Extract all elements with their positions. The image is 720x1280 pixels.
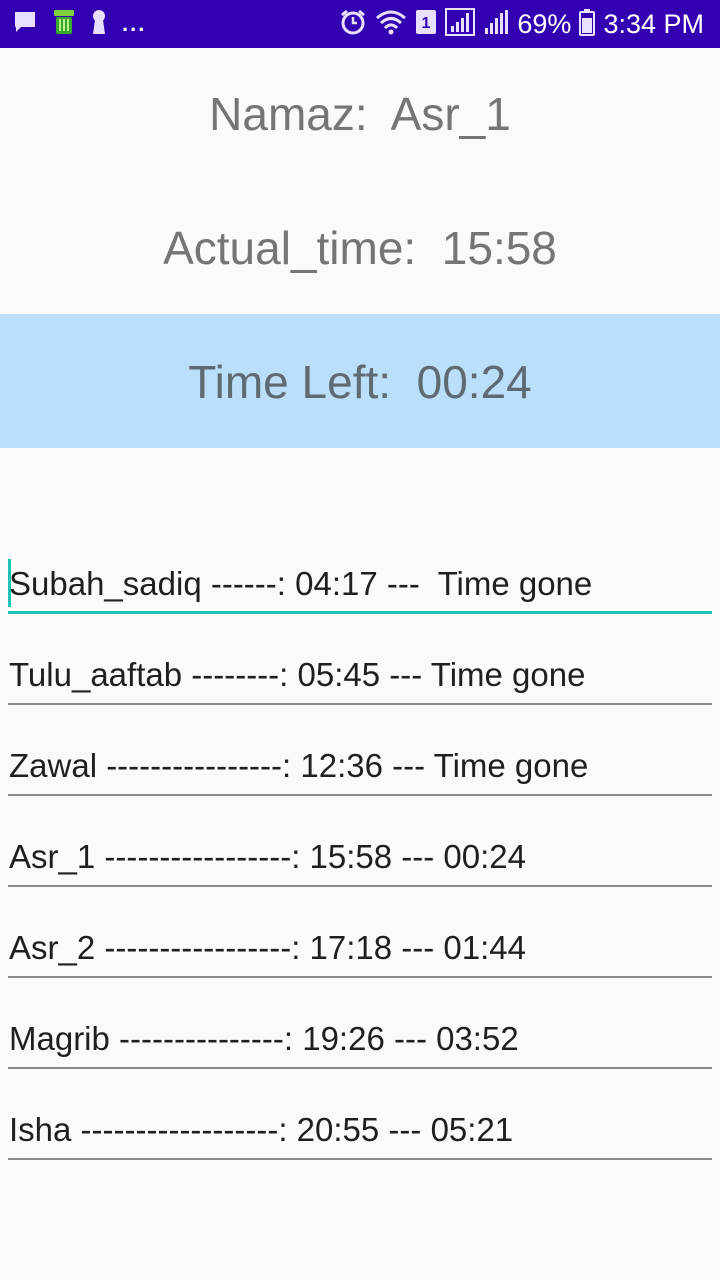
svg-text:1: 1 [422, 15, 431, 32]
prayer-row-text: Subah_sadiq ------: 04:17 --- Time gone [9, 565, 593, 602]
battery-percent: 69% [517, 9, 572, 39]
alarm-icon [339, 8, 367, 41]
status-bar-right: 1 69% 3:34 PM [339, 7, 704, 41]
signal-icon [483, 8, 509, 41]
current-namaz: Namaz: Asr_1 [0, 84, 720, 144]
actual-time-label: Actual_time: [163, 222, 417, 274]
prayer-row-zawal[interactable]: Zawal ----------------: 12:36 --- Time g… [8, 740, 712, 796]
prayer-row-text: Asr_2 -----------------: 17:18 --- 01:44 [9, 929, 526, 966]
status-bar: ... 1 69% 3:34 PM [0, 0, 720, 48]
prayer-row-tulu-aaftab[interactable]: Tulu_aaftab --------: 05:45 --- Time gon… [8, 649, 712, 705]
prayer-row-text: Tulu_aaftab --------: 05:45 --- Time gon… [9, 656, 586, 693]
sim-1-icon: 1 [415, 9, 437, 40]
time-left-label: Time Left: [188, 356, 392, 408]
keyhole-icon [90, 8, 108, 41]
prayer-row-text: Zawal ----------------: 12:36 --- Time g… [9, 747, 589, 784]
wifi-icon [375, 8, 407, 41]
prayer-row-asr-2[interactable]: Asr_2 -----------------: 17:18 --- 01:44 [8, 922, 712, 978]
prayer-row-magrib[interactable]: Magrib ---------------: 19:26 --- 03:52 [8, 1013, 712, 1069]
prayer-row-text: Asr_1 -----------------: 15:58 --- 00:24 [9, 838, 526, 875]
time-left: Time Left: 00:24 [0, 352, 720, 412]
battery-icon [579, 8, 596, 41]
status-bar-left: ... [12, 9, 146, 39]
prayer-row-text: Magrib ---------------: 19:26 --- 03:52 [9, 1020, 519, 1057]
clock: 3:34 PM [603, 9, 704, 39]
namaz-label: Namaz: [209, 88, 368, 140]
prayer-row-text: Isha ------------------: 20:55 --- 05:21 [9, 1111, 514, 1148]
actual-time-value: 15:58 [441, 222, 557, 274]
prayer-row-asr-1[interactable]: Asr_1 -----------------: 15:58 --- 00:24 [8, 831, 712, 887]
namaz-value: Asr_1 [390, 88, 511, 140]
prayer-row-isha[interactable]: Isha ------------------: 20:55 --- 05:21 [8, 1104, 712, 1160]
prayer-row-subah-sadiq[interactable]: Subah_sadiq ------: 04:17 --- Time gone [8, 558, 712, 614]
actual-time: Actual_time: 15:58 [0, 218, 720, 278]
signal-icon [445, 7, 476, 41]
trash-can-icon [52, 8, 76, 41]
message-icon [12, 9, 38, 40]
overflow-indicator: ... [122, 11, 147, 36]
time-left-panel: Time Left: 00:24 [0, 314, 720, 448]
time-left-value: 00:24 [416, 356, 532, 408]
